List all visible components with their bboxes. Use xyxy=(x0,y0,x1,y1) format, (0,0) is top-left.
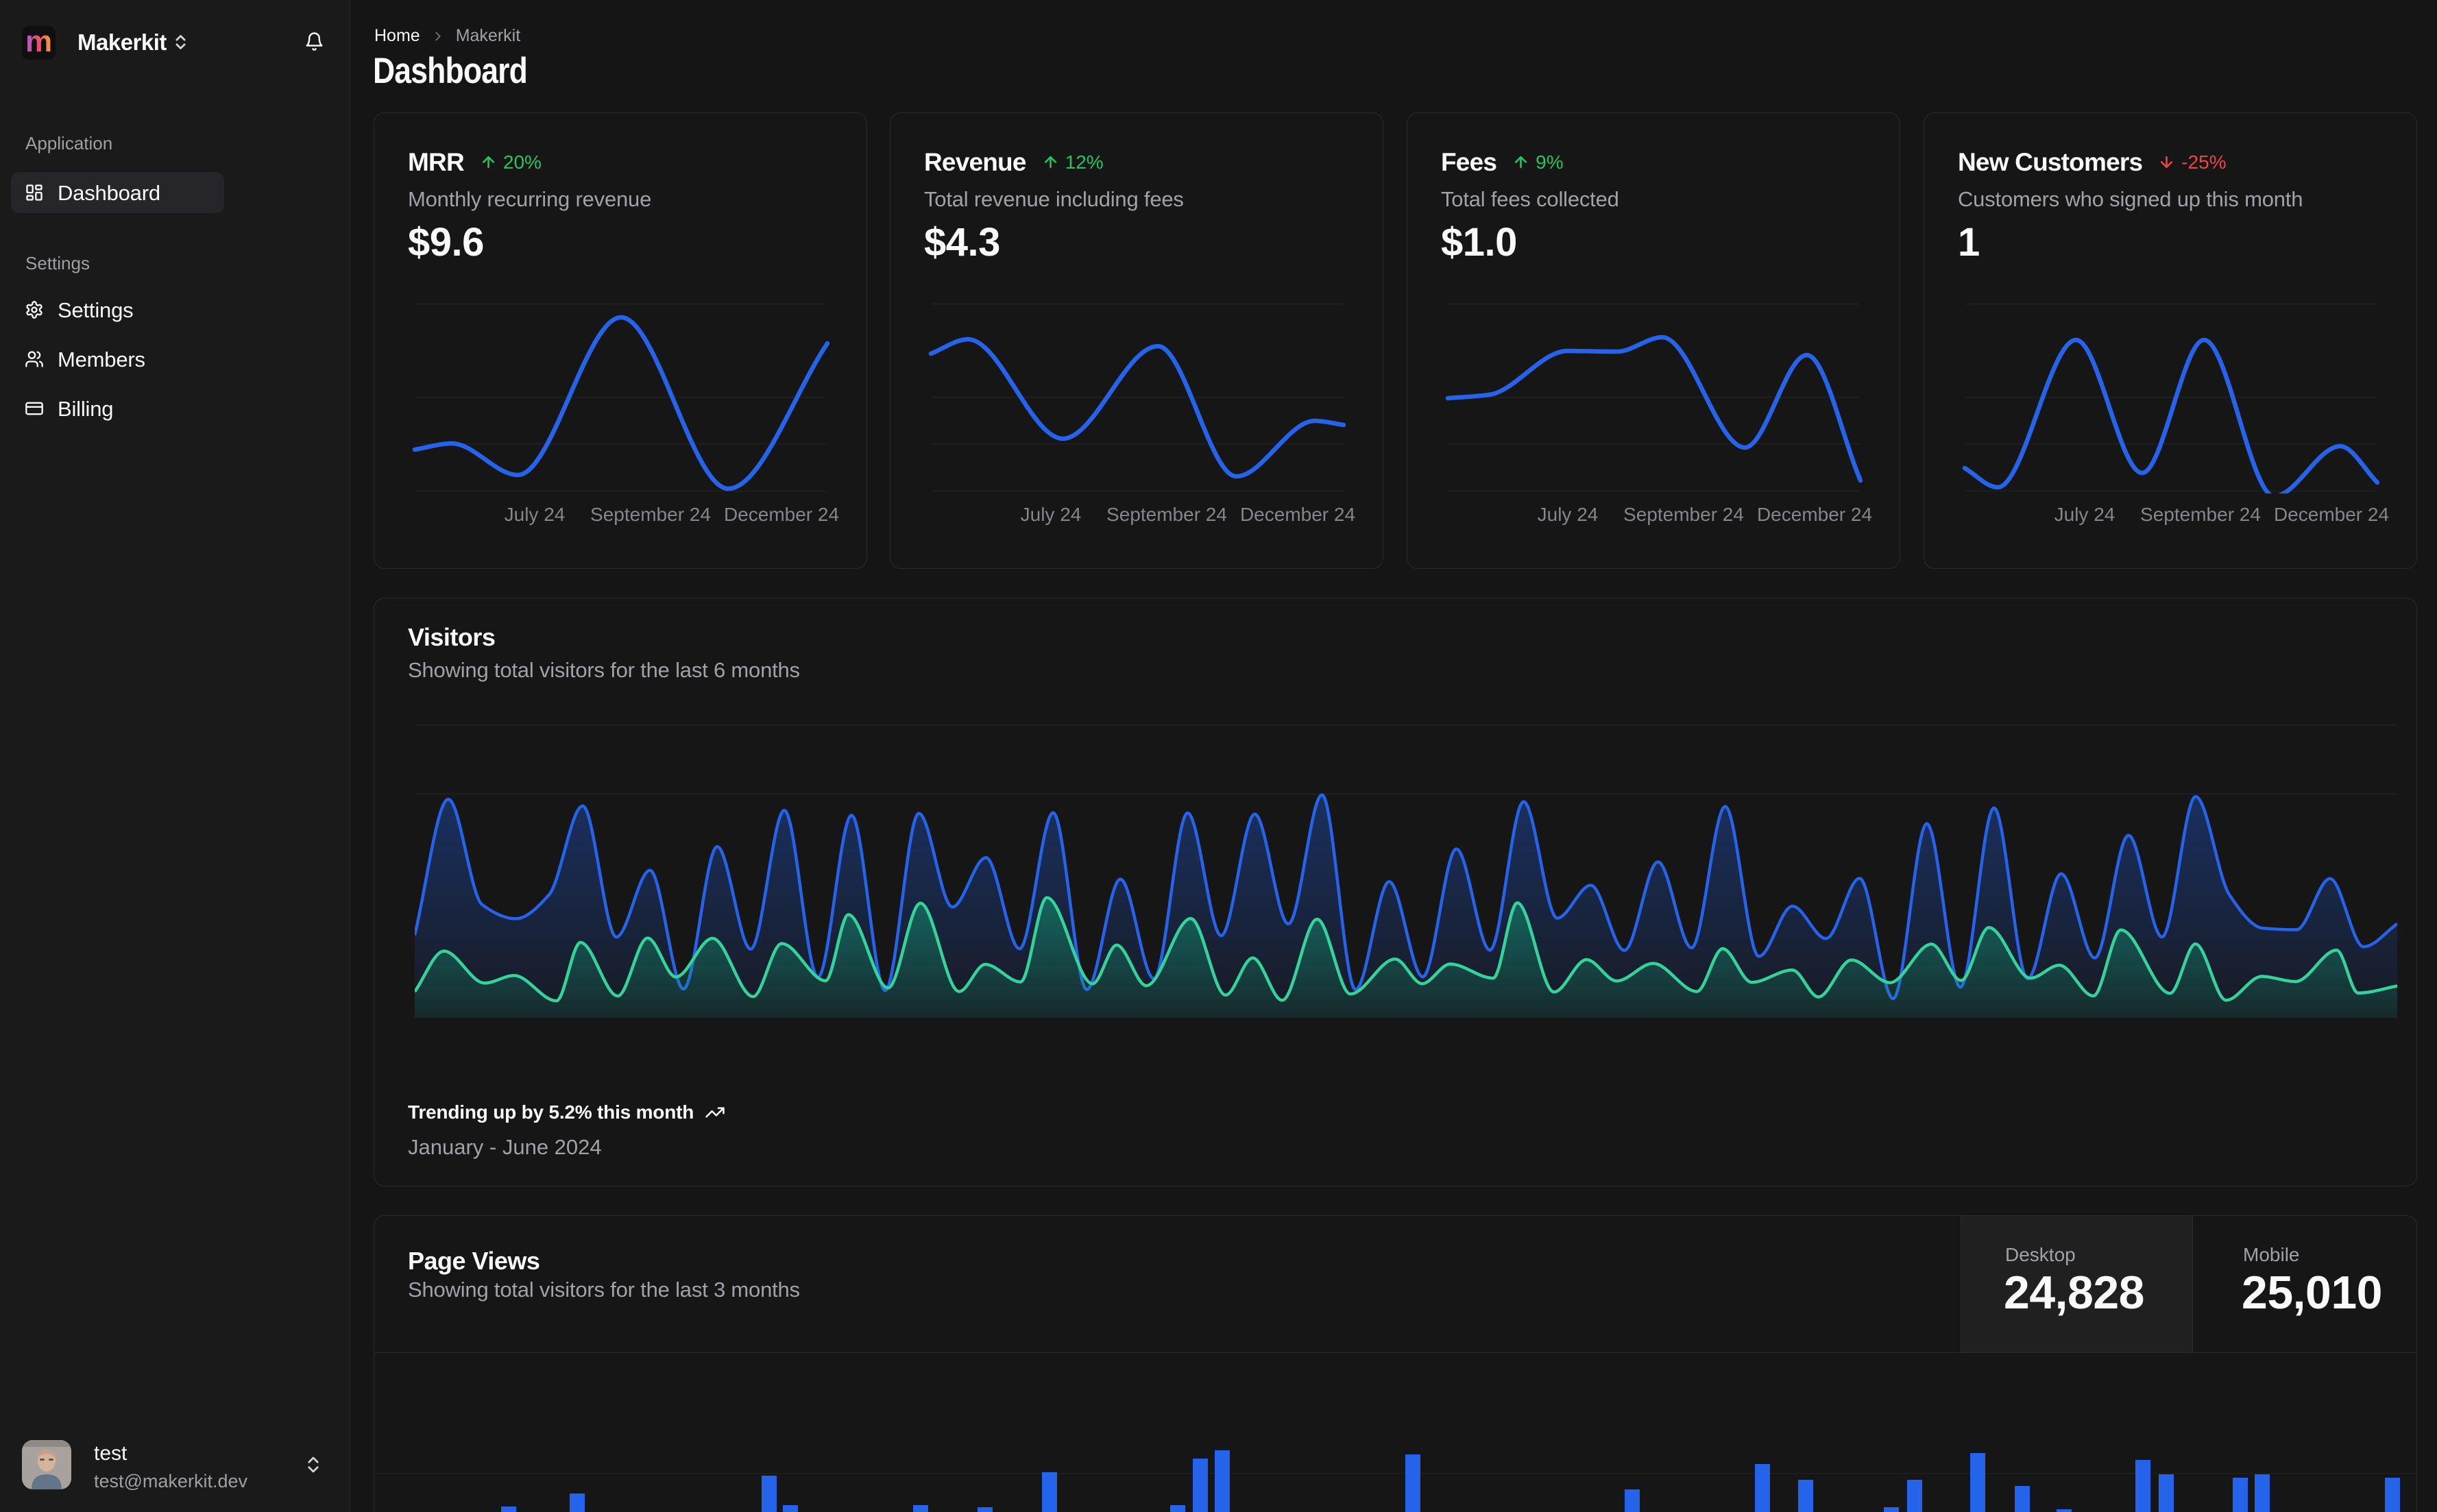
svg-text:m: m xyxy=(25,26,52,58)
